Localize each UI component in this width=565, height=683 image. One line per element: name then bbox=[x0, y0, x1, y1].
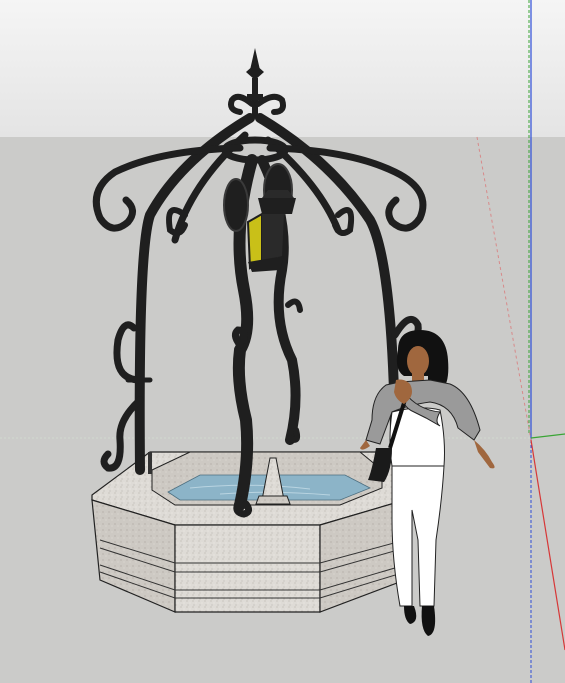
modeling-viewport[interactable] bbox=[0, 0, 565, 683]
medallion-left bbox=[223, 178, 249, 232]
lantern-roof bbox=[258, 198, 296, 214]
basin-post bbox=[148, 452, 152, 474]
lantern-glass-side bbox=[262, 214, 284, 262]
figure-face bbox=[407, 346, 429, 376]
scene-canvas[interactable] bbox=[0, 0, 565, 683]
lantern-glass bbox=[246, 212, 263, 270]
sky bbox=[0, 0, 565, 137]
spout-base bbox=[255, 495, 291, 505]
basin-face-front bbox=[174, 524, 321, 613]
